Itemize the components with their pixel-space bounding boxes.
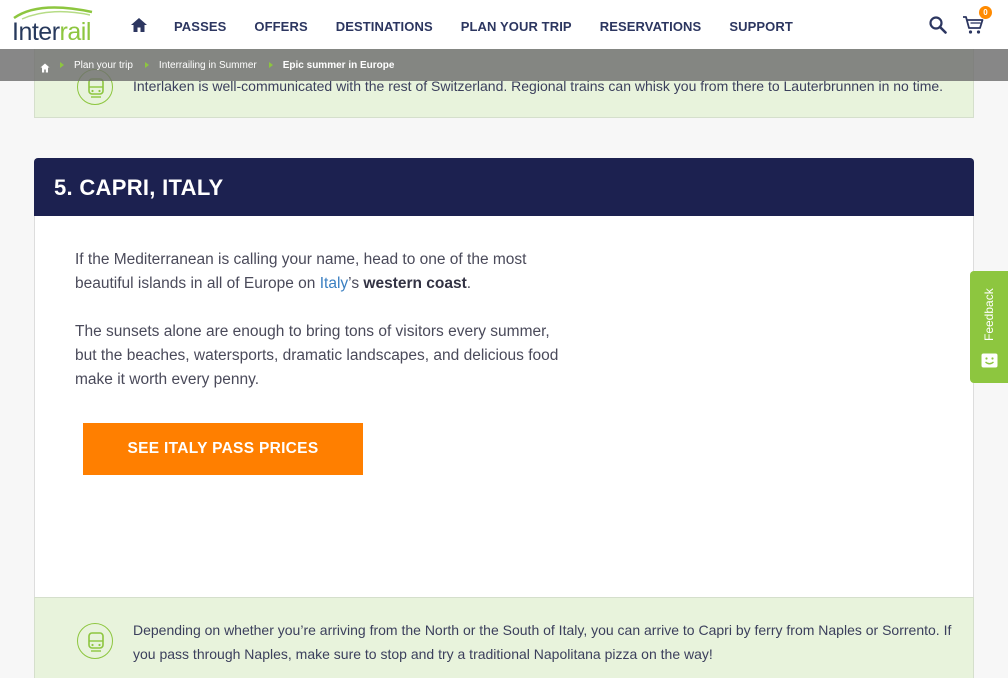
cart-count-badge: 0 [979,6,992,19]
cart-icon[interactable] [962,15,984,35]
see-italy-pass-prices-button[interactable]: SEE ITALY PASS PRICES [83,423,363,475]
home-icon[interactable] [130,17,148,33]
breadcrumb-separator-icon [144,62,149,68]
nav-support[interactable]: SUPPORT [729,19,793,34]
breadcrumb-current-page: Epic summer in Europe [282,59,395,71]
breadcrumb-home-icon[interactable] [40,60,50,73]
section-title: 5. CAPRI, ITALY [54,175,224,200]
search-icon[interactable] [929,16,947,34]
western-coast-text: western coast [363,275,467,292]
breadcrumb: Plan your trip Interrailing in Summer Ep… [0,49,1008,81]
breadcrumb-interrailing-in-summer[interactable]: Interrailing in Summer [159,60,257,71]
feedback-tab[interactable]: Feedback [970,271,1008,383]
interrail-logo[interactable]: Interrail [12,6,94,46]
section-header: 5. CAPRI, ITALY [34,158,974,216]
main-nav: PASSES OFFERS DESTINATIONS PLAN YOUR TRI… [174,19,793,34]
smiley-icon [981,353,998,368]
intro-paragraph: If the Mediterranean is calling your nam… [75,248,575,296]
section-body: If the Mediterranean is calling your nam… [34,216,974,598]
breadcrumb-plan-your-trip[interactable]: Plan your trip [74,60,133,71]
nav-reservations[interactable]: RESERVATIONS [600,19,702,34]
breadcrumb-separator-icon [60,62,64,68]
logo-wordmark: Interrail [12,18,91,46]
sunsets-paragraph: The sunsets alone are enough to bring to… [75,323,559,388]
italy-link[interactable]: Italy [320,275,348,292]
nav-destinations[interactable]: DESTINATIONS [336,19,433,34]
nav-passes[interactable]: PASSES [174,19,226,34]
breadcrumb-separator-icon [268,62,273,68]
top-navbar: Interrail PASSES OFFERS DESTINATIONS PLA… [0,0,1008,49]
intro-text-apostrophe: ’s [348,275,364,292]
nav-offers[interactable]: OFFERS [254,19,307,34]
info-text: Depending on whether you’re arriving fro… [133,622,952,662]
nav-plan-your-trip[interactable]: PLAN YOUR TRIP [461,19,572,34]
feedback-label: Feedback [982,288,996,341]
info-box-capri-travel: Depending on whether you’re arriving fro… [34,597,974,678]
train-icon [77,623,113,659]
intro-text-period: . [466,275,472,292]
